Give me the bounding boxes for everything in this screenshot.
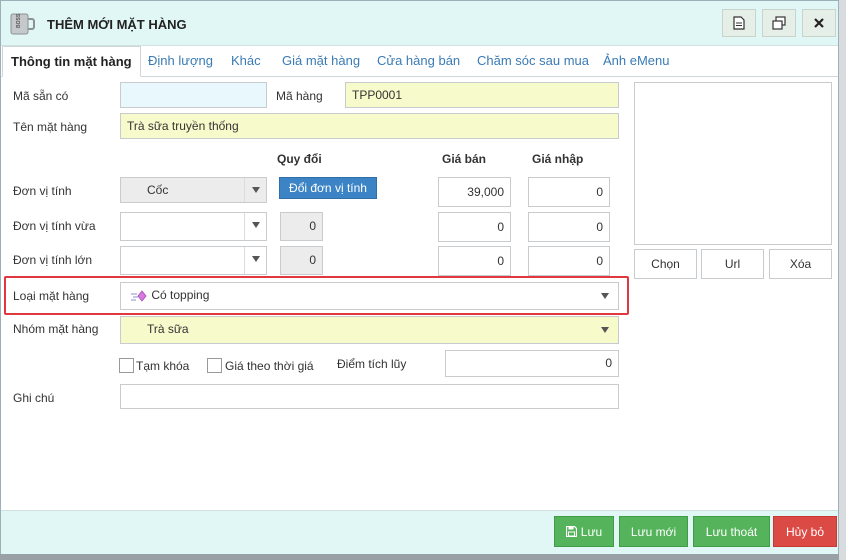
svg-text:BOSS: BOSS — [16, 13, 22, 28]
item-group-select[interactable]: Trà sữa — [120, 316, 619, 344]
item-group-label: Nhóm mặt hàng — [13, 322, 99, 336]
save-exit-button[interactable]: Lưu thoát — [693, 516, 770, 547]
time-price-checkbox[interactable] — [207, 358, 222, 373]
save-button[interactable]: Lưu — [554, 516, 614, 547]
medium-sale-price-input[interactable]: 0 — [438, 212, 511, 242]
chevron-down-icon — [244, 213, 266, 240]
convert-unit-button[interactable]: Đổi đơn vị tính — [279, 177, 377, 199]
tab-item-info[interactable]: Thông tin mặt hàng — [2, 46, 141, 77]
item-name-input[interactable]: Trà sữa truyền thống — [120, 113, 619, 139]
boss-logo: BOSS — [10, 13, 35, 35]
tab-stores[interactable]: Cửa hàng bán — [377, 46, 460, 76]
existing-code-input[interactable] — [120, 82, 267, 108]
large-unit-label: Đơn vị tính lớn — [13, 253, 93, 267]
sale-price-column-header: Giá bán — [442, 152, 487, 166]
medium-unit-select[interactable] — [120, 212, 267, 241]
unit-sale-price-input[interactable]: 39,000 — [438, 177, 511, 207]
large-convert-input: 0 — [280, 246, 323, 275]
cancel-button[interactable]: Hủy bỏ — [773, 516, 837, 547]
large-import-price-input[interactable]: 0 — [528, 246, 610, 276]
medium-import-price-input[interactable]: 0 — [528, 212, 610, 242]
existing-code-label: Mã sẵn có — [13, 89, 69, 103]
restore-button[interactable] — [762, 9, 796, 37]
choose-image-button[interactable]: Chọn — [634, 249, 697, 279]
note-input[interactable] — [120, 384, 619, 409]
background-strip — [839, 0, 846, 560]
tab-after-sales[interactable]: Chăm sóc sau mua — [477, 46, 589, 76]
item-group-select-value: Trà sữa — [147, 322, 189, 336]
document-button[interactable] — [722, 9, 756, 37]
tab-emenu-image[interactable]: Ảnh eMenu — [603, 46, 670, 76]
copy-window-icon — [772, 16, 786, 30]
item-type-select-value: Có topping — [151, 288, 210, 302]
chevron-down-icon — [244, 247, 266, 274]
floppy-disk-icon — [565, 526, 577, 537]
item-name-label: Tên mặt hàng — [13, 120, 88, 134]
code-input[interactable]: TPP0001 — [345, 82, 619, 108]
item-type-select[interactable]: Có topping — [120, 282, 619, 310]
add-item-dialog: BOSS THÊM MỚI MẶT HÀNG Thông tin mặt hàn… — [0, 0, 839, 554]
unit-select[interactable]: Cốc — [120, 177, 267, 203]
medium-convert-input: 0 — [280, 212, 323, 241]
large-sale-price-input[interactable]: 0 — [438, 246, 511, 276]
temporary-lock-label: Tạm khóa — [136, 359, 190, 373]
title-bar: BOSS THÊM MỚI MẶT HÀNG — [1, 1, 838, 46]
topping-icon — [131, 290, 147, 302]
unit-import-price-input[interactable]: 0 — [528, 177, 610, 207]
large-unit-select[interactable] — [120, 246, 267, 275]
close-button[interactable] — [802, 9, 836, 37]
dialog-title: THÊM MỚI MẶT HÀNG — [47, 17, 187, 32]
points-input[interactable]: 0 — [445, 350, 619, 377]
convert-column-header: Quy đổi — [277, 152, 322, 166]
medium-unit-label: Đơn vị tính vừa — [13, 219, 96, 233]
tab-other[interactable]: Khác — [231, 46, 261, 76]
item-image-preview — [634, 82, 832, 245]
close-icon — [814, 18, 824, 28]
import-price-column-header: Giá nhập — [532, 152, 584, 166]
image-url-button[interactable]: Url — [701, 249, 764, 279]
code-label: Mã hàng — [276, 89, 323, 103]
save-new-button[interactable]: Lưu mới — [619, 516, 688, 547]
temporary-lock-checkbox[interactable] — [119, 358, 134, 373]
chevron-down-icon — [244, 178, 266, 202]
unit-label: Đơn vị tính — [13, 184, 72, 198]
delete-image-button[interactable]: Xóa — [769, 249, 832, 279]
save-button-label: Lưu — [580, 524, 603, 539]
tab-quantity[interactable]: Định lượng — [148, 46, 213, 76]
chevron-down-icon — [601, 327, 609, 333]
points-label: Điểm tích lũy — [337, 357, 407, 371]
time-price-label: Giá theo thời giá — [225, 359, 314, 373]
chevron-down-icon — [601, 293, 609, 299]
unit-select-value: Cốc — [147, 183, 169, 197]
tab-price[interactable]: Giá mặt hàng — [282, 46, 360, 76]
note-label: Ghi chú — [13, 391, 55, 405]
tab-bar: Thông tin mặt hàng Định lượng Khác Giá m… — [1, 46, 838, 77]
item-type-label: Loại mặt hàng — [13, 289, 90, 303]
document-icon — [733, 16, 745, 30]
